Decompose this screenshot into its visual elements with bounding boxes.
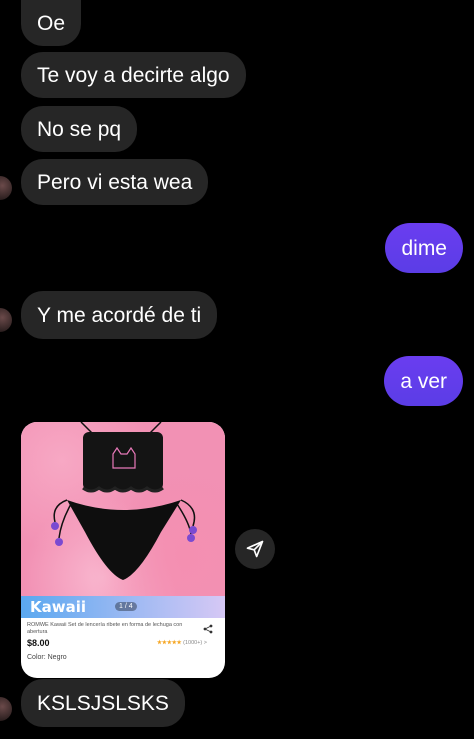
message-bubble-incoming[interactable]: Te voy a decirte algo — [21, 52, 246, 98]
message-text: Te voy a decirte algo — [37, 63, 230, 87]
message-bubble-incoming[interactable]: No se pq — [21, 106, 138, 152]
forward-button[interactable] — [235, 529, 275, 569]
rating-count: (1000+) > — [183, 640, 207, 646]
product-image[interactable] — [21, 422, 225, 616]
sender-avatar[interactable] — [0, 176, 12, 200]
share-icon[interactable] — [203, 624, 213, 634]
product-info: ROMWE Kawaii Set de lencería ribete en f… — [27, 622, 219, 661]
brand-label: Kawaii — [30, 598, 87, 616]
message-text: No se pq — [37, 117, 122, 141]
message-text: Y me acordé de ti — [37, 303, 202, 327]
image-pager: 1 / 4 — [115, 602, 137, 611]
message-bubble-outgoing[interactable]: dime — [385, 223, 463, 273]
message-text: Pero vi esta wea — [37, 170, 193, 194]
message-bubble-incoming[interactable]: Y me acordé de ti — [21, 291, 218, 339]
message-text: Oe — [37, 11, 66, 35]
message-text: KSLSJSLSKS — [37, 691, 169, 715]
rating-stars: ★★★★★ — [156, 640, 182, 646]
product-color: Color: Negro — [27, 654, 67, 661]
message-bubble-outgoing[interactable]: a ver — [384, 356, 463, 406]
message-bubble-incoming[interactable]: KSLSJSLSKS — [21, 679, 185, 727]
shared-product-card[interactable]: Kawaii 1 / 4 ROMWE Kawaii Set de lencerí… — [21, 422, 225, 678]
lingerie-illustration — [51, 422, 197, 580]
message-bubble-incoming[interactable]: Pero vi esta wea — [21, 159, 209, 205]
send-icon — [246, 540, 264, 558]
product-title: ROMWE Kawaii Set de lencería ribete en f… — [27, 622, 183, 635]
message-text: a ver — [400, 369, 447, 393]
sender-avatar[interactable] — [0, 697, 12, 721]
sender-avatar[interactable] — [0, 308, 12, 332]
message-text: dime — [401, 236, 447, 260]
message-bubble-incoming[interactable]: Oe — [21, 0, 82, 46]
product-rating: ★★★★★ (1000+) > — [157, 640, 207, 646]
